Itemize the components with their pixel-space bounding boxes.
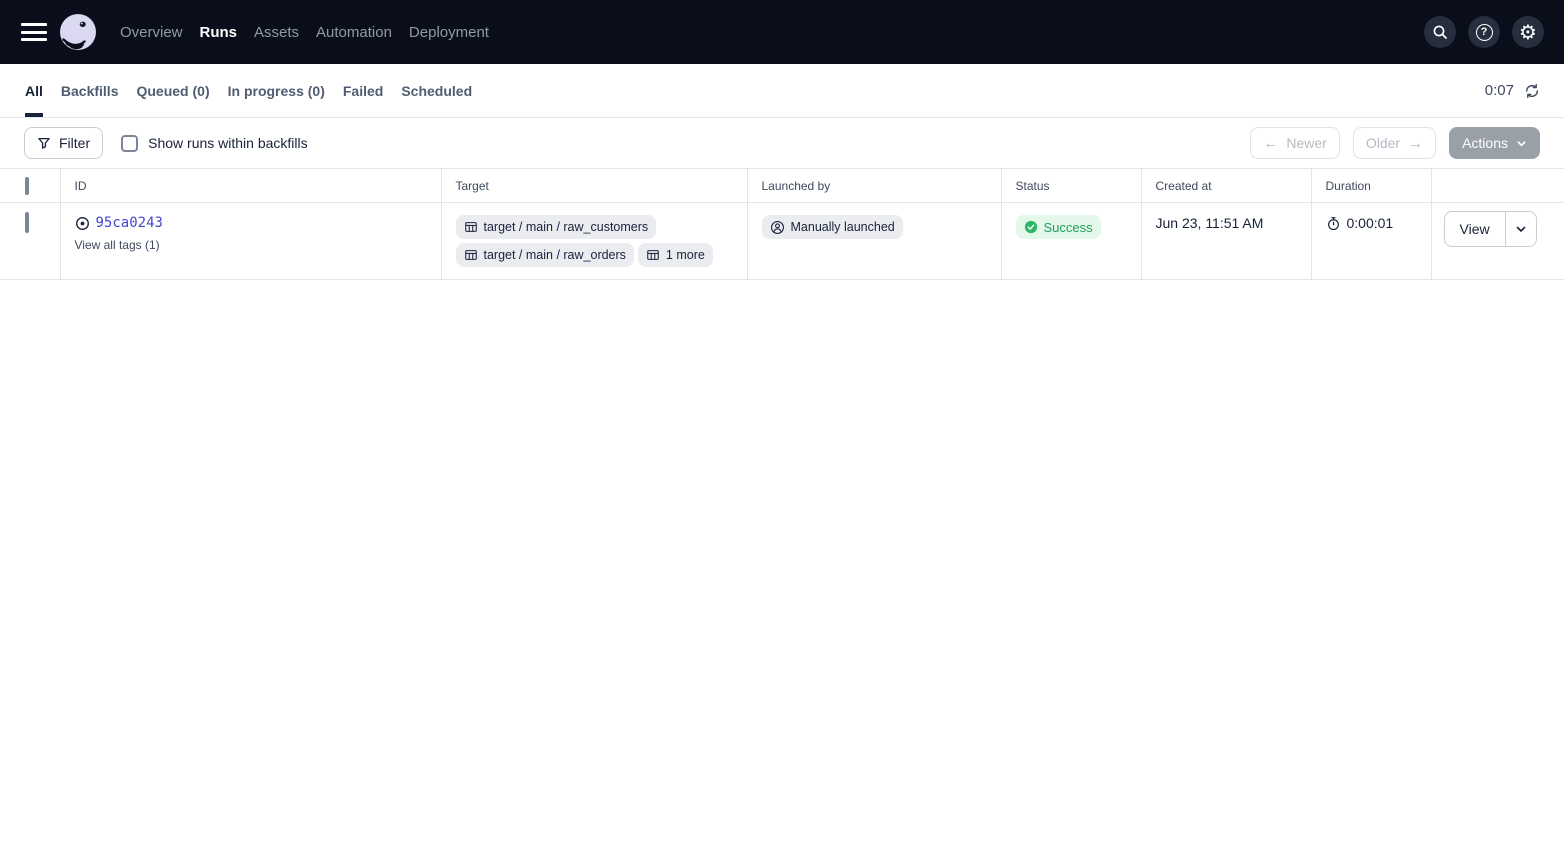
chevron-down-icon — [1516, 138, 1527, 149]
target-tag[interactable]: target / main / raw_orders — [456, 243, 634, 267]
tab-in-progress[interactable]: In progress (0) — [228, 64, 325, 117]
row-checkbox[interactable] — [25, 212, 29, 233]
newer-button-label: Newer — [1286, 135, 1326, 151]
show-backfills-label[interactable]: Show runs within backfills — [148, 135, 308, 151]
view-dropdown-button[interactable] — [1505, 212, 1536, 246]
settings-button[interactable]: ⚙ — [1512, 16, 1544, 48]
older-button-label: Older — [1366, 135, 1400, 151]
duration-value: 0:00:01 — [1347, 215, 1394, 231]
nav-item-assets[interactable]: Assets — [254, 20, 299, 45]
nav-item-runs[interactable]: Runs — [200, 20, 238, 45]
tab-queued[interactable]: Queued (0) — [136, 64, 209, 117]
more-targets-tag[interactable]: 1 more — [638, 243, 713, 267]
select-all-checkbox[interactable] — [25, 177, 29, 195]
target-tag[interactable]: target / main / raw_customers — [456, 215, 657, 239]
launched-by-tag[interactable]: Manually launched — [762, 215, 903, 239]
user-icon — [770, 220, 785, 235]
launched-by-cell: Manually launched — [747, 203, 1001, 280]
column-header-launched-by: Launched by — [747, 169, 1001, 203]
pagination-actions: ← Newer Older → Actions — [1250, 127, 1540, 159]
column-header-duration: Duration — [1311, 169, 1431, 203]
target-tag-label: target / main / raw_orders — [484, 248, 626, 262]
run-status-dot-icon — [75, 216, 90, 231]
table-grid-icon — [646, 248, 660, 262]
column-header-status: Status — [1001, 169, 1141, 203]
actions-button-label: Actions — [1462, 135, 1508, 151]
runs-toolbar: Filter Show runs within backfills ← Newe… — [0, 118, 1564, 168]
top-navbar: Overview Runs Assets Automation Deployme… — [0, 0, 1564, 64]
runs-table: ID Target Launched by Status Created at … — [0, 168, 1564, 280]
arrow-right-icon: → — [1408, 136, 1423, 151]
duration-cell: 0:00:01 — [1311, 203, 1431, 280]
check-circle-icon — [1024, 220, 1038, 234]
stopwatch-icon — [1326, 216, 1341, 231]
nav-item-automation[interactable]: Automation — [316, 20, 392, 45]
show-backfills-checkbox[interactable] — [121, 135, 138, 152]
row-actions-cell: View — [1431, 203, 1564, 280]
view-button[interactable]: View — [1445, 212, 1505, 246]
status-label: Success — [1044, 220, 1093, 235]
column-header-actions — [1431, 169, 1564, 203]
filter-button[interactable]: Filter — [24, 127, 103, 159]
older-button[interactable]: Older → — [1353, 127, 1436, 159]
search-icon — [1432, 24, 1448, 40]
table-grid-icon — [464, 248, 478, 262]
target-tag-label: target / main / raw_customers — [484, 220, 649, 234]
filter-button-label: Filter — [59, 135, 90, 151]
filter-funnel-icon — [37, 136, 51, 150]
status-cell: Success — [1001, 203, 1141, 280]
column-header-id: ID — [60, 169, 441, 203]
newer-button[interactable]: ← Newer — [1250, 127, 1339, 159]
column-header-created-at: Created at — [1141, 169, 1311, 203]
chevron-down-icon — [1515, 223, 1527, 235]
show-backfills-toggle: Show runs within backfills — [121, 135, 308, 152]
table-grid-icon — [464, 220, 478, 234]
search-button[interactable] — [1424, 16, 1456, 48]
dagster-logo-icon[interactable] — [60, 14, 96, 50]
run-id-link[interactable]: 95ca0243 — [96, 215, 163, 231]
navbar-actions: ? ⚙ — [1424, 16, 1544, 48]
primary-nav: Overview Runs Assets Automation Deployme… — [120, 20, 489, 45]
refresh-icon[interactable] — [1524, 83, 1540, 99]
help-button[interactable]: ? — [1468, 16, 1500, 48]
refresh-area: 0:07 — [1485, 64, 1540, 117]
table-header-row: ID Target Launched by Status Created at … — [0, 169, 1564, 203]
created-at-value: Jun 23, 11:51 AM — [1156, 214, 1264, 231]
run-id-cell: 95ca0243 View all tags (1) — [60, 203, 441, 280]
nav-item-deployment[interactable]: Deployment — [409, 20, 489, 45]
gear-icon: ⚙ — [1519, 22, 1537, 42]
menu-icon[interactable] — [21, 22, 47, 42]
column-header-target: Target — [441, 169, 747, 203]
status-badge[interactable]: Success — [1016, 215, 1101, 239]
tab-all[interactable]: All — [25, 64, 43, 117]
view-split-button: View — [1444, 211, 1537, 247]
tab-scheduled[interactable]: Scheduled — [401, 64, 472, 117]
nav-item-overview[interactable]: Overview — [120, 20, 183, 45]
created-at-cell: Jun 23, 11:51 AM — [1141, 203, 1311, 280]
arrow-left-icon: ← — [1263, 136, 1278, 151]
runs-tabs-bar: All Backfills Queued (0) In progress (0)… — [0, 64, 1564, 118]
view-all-tags-link[interactable]: View all tags (1) — [75, 238, 427, 252]
refresh-countdown: 0:07 — [1485, 82, 1514, 99]
table-row: 95ca0243 View all tags (1) target / main… — [0, 203, 1564, 280]
actions-button[interactable]: Actions — [1449, 127, 1540, 159]
launched-by-label: Manually launched — [791, 220, 895, 234]
more-targets-label: 1 more — [666, 248, 705, 262]
tab-failed[interactable]: Failed — [343, 64, 383, 117]
help-icon: ? — [1476, 24, 1493, 41]
tab-backfills[interactable]: Backfills — [61, 64, 119, 117]
target-cell: target / main / raw_customers target / m… — [441, 203, 747, 280]
